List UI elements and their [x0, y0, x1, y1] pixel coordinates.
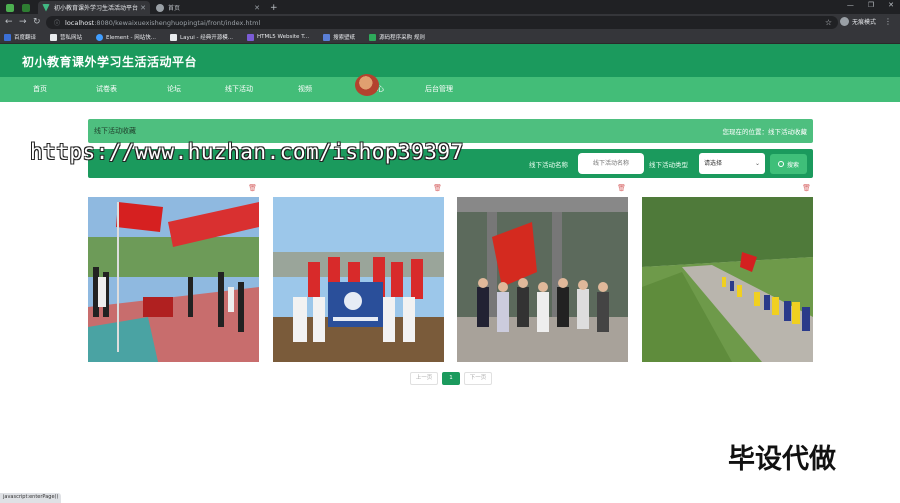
current-location: 您现在的位置：线下活动收藏 — [722, 128, 808, 136]
cartoon-mascot-icon — [355, 74, 379, 96]
trash-icon[interactable]: 🗑 — [248, 184, 257, 192]
bookmark-favicon-icon — [170, 33, 178, 41]
bookmarks-bar: 百度翻译 营私网站 Element - 网站快... Layui - 经典开源模… — [0, 31, 900, 44]
page-title: 线下活动收藏 — [94, 127, 136, 135]
site-header: 初小教育课外学习生活活动平台 — [0, 44, 900, 77]
prev-page-button[interactable]: 上一页 — [410, 372, 438, 385]
chevron-down-icon: ⌄ — [754, 160, 760, 167]
tab-favicon-icon — [22, 3, 30, 12]
nav-item-home[interactable]: 首页 — [33, 77, 47, 102]
trash-icon[interactable]: 🗑 — [433, 184, 442, 192]
trash-icon[interactable]: 🗑 — [617, 184, 626, 192]
bookmark-item[interactable]: HTML5 Website T... — [246, 33, 310, 41]
url-host: localhost — [65, 18, 95, 27]
page-number-current[interactable]: 1 — [442, 372, 460, 385]
bookmark-label: 百度翻译 — [14, 35, 37, 41]
next-page-button[interactable]: 下一页 — [464, 372, 492, 385]
activity-card[interactable]: 🗑 — [642, 184, 813, 362]
address-toolbar: ← → ↻ ⓘ localhost :8080/kewaixuexishengh… — [0, 14, 900, 31]
close-window-icon[interactable]: ✕ — [888, 1, 894, 9]
bookmark-label: 源码程序采购 规则 — [379, 35, 425, 41]
bookmark-favicon-icon — [50, 33, 58, 41]
nav-item-forum[interactable]: 论坛 — [167, 77, 181, 102]
bookmark-item[interactable]: 搜索壁纸 — [323, 33, 355, 41]
activity-photo — [273, 197, 444, 362]
bookmark-favicon-icon — [4, 33, 11, 41]
window-controls: — ❐ ✕ — [847, 1, 894, 9]
activity-type-select[interactable]: 请选择 ⌄ — [699, 153, 765, 174]
reload-icon[interactable]: ↻ — [33, 17, 41, 27]
search-button[interactable]: 搜索 — [770, 154, 807, 174]
address-bar[interactable]: ⓘ localhost :8080/kewaixuexishenghuoping… — [46, 16, 838, 29]
activity-card[interactable]: 🗑 — [273, 184, 444, 362]
bookmark-label: Element - 网站快... — [106, 35, 157, 41]
watermark-url: https://www.huzhan.com/ishop39397 — [30, 140, 464, 164]
activity-photo — [457, 197, 628, 362]
activity-name-input[interactable] — [578, 153, 644, 174]
activity-card[interactable]: 🗑 — [88, 184, 259, 362]
tab-title: 初小教育课外学习生活活动平台 — [54, 5, 139, 12]
bookmark-star-icon[interactable]: ☆ — [825, 18, 832, 27]
tab-title: 首页 — [168, 5, 181, 12]
tab-favicon-icon — [6, 3, 14, 12]
url-path: :8080/kewaixuexishenghuopingtai/front/in… — [94, 18, 261, 27]
search-button-label: 搜索 — [786, 161, 799, 169]
bookmark-favicon-icon — [96, 33, 104, 41]
back-icon[interactable]: ← — [5, 17, 13, 27]
incognito-label: 无痕模式 — [851, 19, 876, 26]
bookmark-label: Layui - 经典开源模... — [180, 35, 233, 41]
site-title: 初小教育课外学习生活活动平台 — [22, 55, 198, 69]
info-icon[interactable]: ⓘ — [54, 18, 60, 27]
activity-photo — [642, 197, 813, 362]
main-nav: 首页 试卷表 论坛 线下活动 视频 个人中心 后台管理 — [0, 77, 900, 102]
new-tab-button[interactable]: + — [266, 1, 278, 14]
nav-item-exams[interactable]: 试卷表 — [96, 77, 117, 102]
browser-tab[interactable] — [2, 1, 16, 14]
pagination: 上一页 1 下一页 — [410, 372, 492, 385]
browser-tab[interactable]: 首页 ✕ — [152, 1, 264, 14]
nav-item-videos[interactable]: 视频 — [298, 77, 312, 102]
activity-photo — [88, 197, 259, 362]
corner-watermark: 毕设代做 — [728, 444, 836, 475]
bookmark-favicon-icon — [369, 33, 377, 41]
bookmark-item[interactable]: 百度翻译 — [4, 33, 36, 41]
forward-icon[interactable]: → — [19, 17, 27, 27]
restore-icon[interactable]: ❐ — [868, 1, 874, 9]
browser-tab[interactable] — [18, 1, 30, 14]
browser-menu-icon[interactable]: ⋮ — [884, 17, 892, 26]
status-bar: javascript:enterPage() — [0, 493, 62, 503]
bookmark-label: HTML5 Website T... — [256, 34, 310, 40]
bookmark-item[interactable]: Element - 网站快... — [96, 33, 156, 41]
search-icon — [777, 161, 784, 167]
browser-tab-active[interactable]: 初小教育课外学习生活活动平台 ✕ — [38, 1, 150, 14]
bookmark-item[interactable]: Layui - 经典开源模... — [170, 33, 233, 41]
activity-type-label: 线下活动类型 — [649, 161, 688, 169]
activity-name-label: 线下活动名称 — [529, 161, 568, 169]
bookmark-item[interactable]: 源码程序采购 规则 — [369, 33, 425, 41]
bookmark-favicon-icon — [323, 33, 331, 41]
browser-tab-strip: 初小教育课外学习生活活动平台 ✕ 首页 ✕ + — ❐ ✕ — [0, 0, 900, 14]
vue-logo-icon — [42, 3, 50, 12]
nav-item-admin[interactable]: 后台管理 — [425, 77, 453, 102]
activity-type-value: 请选择 — [704, 160, 723, 167]
incognito-icon — [839, 17, 849, 26]
tab-close-icon[interactable]: ✕ — [140, 4, 146, 12]
bookmark-item[interactable]: 营私网站 — [50, 33, 82, 41]
incognito-indicator[interactable]: 无痕模式 — [839, 17, 876, 26]
trash-icon[interactable]: 🗑 — [802, 184, 811, 192]
nav-item-offline-activities[interactable]: 线下活动 — [225, 77, 253, 102]
tab-close-icon[interactable]: ✕ — [254, 4, 260, 12]
bookmark-label: 搜索壁纸 — [333, 35, 356, 41]
bookmark-label: 营私网站 — [60, 35, 83, 41]
bookmark-favicon-icon — [246, 33, 254, 41]
globe-icon — [156, 3, 164, 12]
activity-card[interactable]: 🗑 — [457, 184, 628, 362]
minimize-icon[interactable]: — — [847, 1, 854, 9]
